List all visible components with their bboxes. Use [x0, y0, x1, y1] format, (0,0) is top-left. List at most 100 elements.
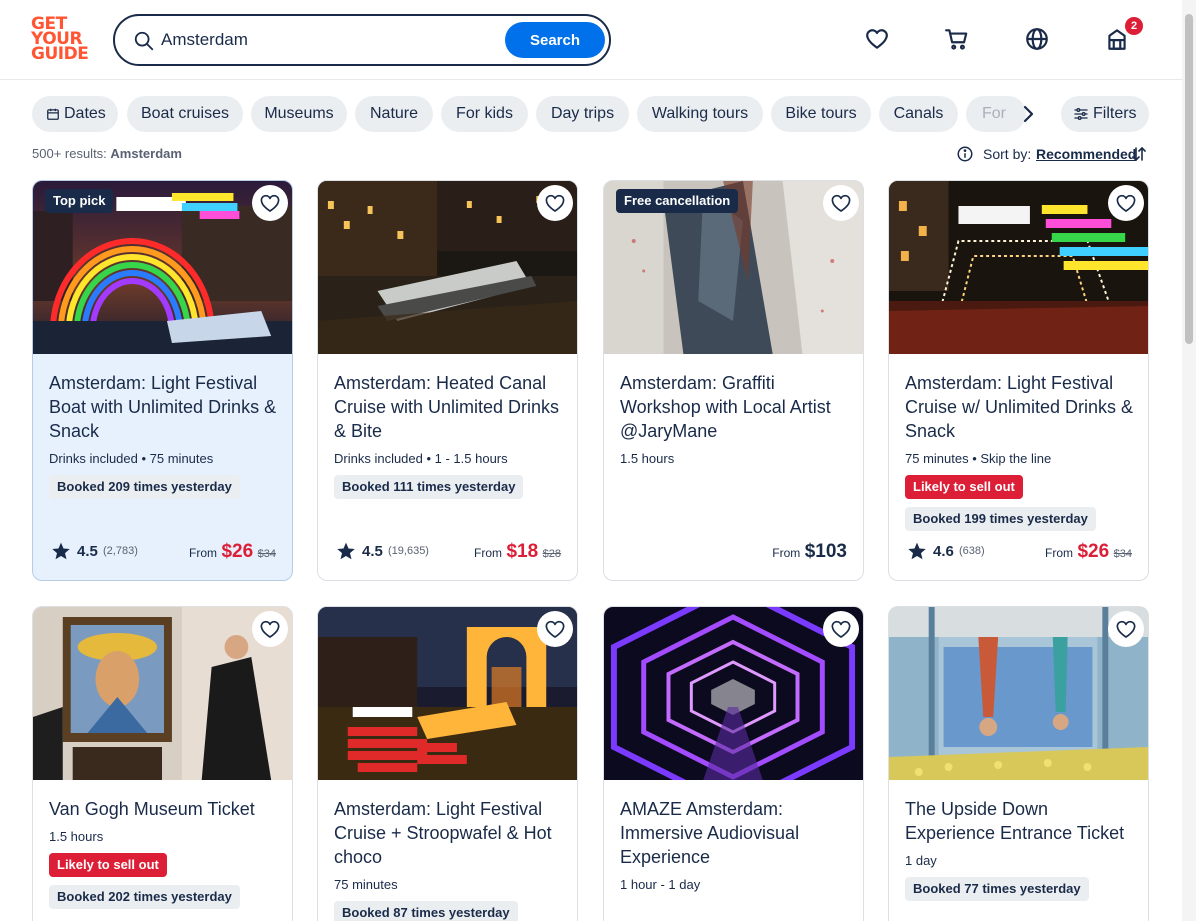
getyourguide-logo[interactable]: GET YOUR GUIDE [31, 16, 91, 63]
search-bar: Search [113, 14, 611, 66]
booked-badge: Booked 77 times yesterday [905, 877, 1089, 901]
info-icon[interactable] [956, 145, 974, 163]
top-header: GET YOUR GUIDE Search 2 [0, 0, 1182, 80]
likely-to-sell-out-badge: Likely to sell out [49, 853, 167, 877]
price-from-label: From [772, 546, 801, 560]
card-duration: 1 day [905, 853, 937, 868]
price-from-label: From [474, 546, 503, 560]
heart-icon [831, 620, 851, 638]
chip-boat-cruises[interactable]: Boat cruises [127, 96, 243, 132]
price-current: $26 [1077, 541, 1110, 562]
card-title[interactable]: Amsterdam: Graffiti Workshop with Local … [620, 371, 854, 443]
activity-card[interactable]: The Upside Down Experience Entrance Tick… [888, 606, 1149, 921]
cart-icon[interactable] [944, 26, 970, 52]
review-count: (2,783) [103, 545, 138, 557]
chip-day-trips[interactable]: Day trips [536, 96, 629, 132]
booked-badge: Booked 202 times yesterday [49, 885, 240, 909]
chip-canals[interactable]: Canals [879, 96, 958, 132]
wishlist-button[interactable] [252, 185, 288, 221]
review-count: (19,635) [388, 545, 429, 557]
page-scrollbar[interactable] [1182, 0, 1196, 921]
wishlist-button[interactable] [1108, 185, 1144, 221]
booked-badge: Booked 209 times yesterday [49, 475, 240, 499]
search-input[interactable] [161, 26, 501, 54]
price-current: $18 [506, 541, 539, 562]
results-count: 500+ results: Amsterdam [32, 146, 182, 161]
chip-museums[interactable]: Museums [251, 96, 347, 132]
wishlist-button[interactable] [823, 185, 859, 221]
activity-card[interactable]: AMAZE Amsterdam: Immersive Audiovisual E… [603, 606, 864, 921]
scrollbar-thumb[interactable] [1185, 14, 1193, 344]
wishlist-button[interactable] [252, 611, 288, 647]
activity-card[interactable]: Top pick Amsterdam: Light Festival Boat … [32, 180, 293, 581]
booked-badge: Booked 111 times yesterday [334, 475, 524, 499]
chip-bike-tours[interactable]: Bike tours [771, 96, 871, 132]
sliders-icon [1074, 108, 1088, 120]
card-duration: 1 hour - 1 day [620, 877, 701, 892]
chip-walking-tours[interactable]: Walking tours [637, 96, 763, 132]
free-cancellation-badge: Free cancellation [616, 189, 739, 213]
card-price: From $26 $34 [1045, 541, 1132, 563]
price-original: $34 [257, 548, 276, 560]
heart-icon [1116, 620, 1136, 638]
star-icon [52, 542, 70, 560]
top-pick-badge: Top pick [45, 189, 114, 213]
price-current: $103 [804, 541, 847, 562]
sort-label: Sort by: [983, 146, 1032, 162]
card-title[interactable]: Amsterdam: Light Festival Cruise w/ Unli… [905, 371, 1139, 443]
card-title[interactable]: AMAZE Amsterdam: Immersive Audiovisual E… [620, 797, 854, 869]
filters-button[interactable]: Filters [1061, 96, 1149, 132]
card-title[interactable]: Amsterdam: Heated Canal Cruise with Unli… [334, 371, 568, 443]
card-title[interactable]: Amsterdam: Light Festival Boat with Unli… [49, 371, 283, 443]
card-title[interactable]: Amsterdam: Light Festival Cruise + Stroo… [334, 797, 568, 869]
results-query: Amsterdam [110, 146, 182, 161]
heart-icon[interactable] [864, 26, 890, 52]
activity-card[interactable]: Van Gogh Museum Ticket 1.5 hours Likely … [32, 606, 293, 921]
results-count-label: 500+ results: [32, 146, 107, 161]
wishlist-button[interactable] [537, 611, 573, 647]
globe-icon[interactable] [1024, 26, 1050, 52]
card-price: From $18 $28 [474, 541, 561, 563]
price-from-label: From [189, 546, 218, 560]
filters-label: Filters [1093, 105, 1137, 122]
booked-badge: Booked 199 times yesterday [905, 507, 1096, 531]
activity-card[interactable]: Amsterdam: Light Festival Cruise + Stroo… [317, 606, 578, 921]
card-duration: 1.5 hours [49, 829, 104, 844]
calendar-icon [47, 108, 59, 120]
price-from-label: From [1045, 546, 1074, 560]
activity-card[interactable]: Free cancellation Amsterdam: Graffiti Wo… [603, 180, 864, 581]
sort-value[interactable]: Recommended [1036, 146, 1136, 162]
wishlist-button[interactable] [537, 185, 573, 221]
card-duration: Drinks included • 75 minutes [49, 451, 214, 466]
wishlist-button[interactable] [823, 611, 859, 647]
card-price: From $26 $34 [189, 541, 276, 563]
heart-icon [260, 620, 280, 638]
heart-icon [545, 194, 565, 212]
card-duration: 1.5 hours [620, 451, 675, 466]
activity-card[interactable]: Amsterdam: Heated Canal Cruise with Unli… [317, 180, 578, 581]
heart-icon [1116, 194, 1136, 212]
card-duration: 75 minutes • Skip the line [905, 451, 1052, 466]
search-button[interactable]: Search [505, 22, 605, 58]
search-icon [134, 31, 154, 51]
card-duration: 75 minutes [334, 877, 398, 892]
chip-for-kids[interactable]: For kids [441, 96, 528, 132]
card-title[interactable]: Van Gogh Museum Ticket [49, 797, 283, 821]
chip-nature[interactable]: Nature [355, 96, 433, 132]
chip-dates[interactable]: Dates [32, 96, 118, 132]
card-price: From $103 [772, 541, 847, 563]
heart-icon [831, 194, 851, 212]
rating-value: 4.5 [362, 543, 383, 560]
price-original: $34 [1113, 548, 1132, 560]
activity-card[interactable]: Amsterdam: Light Festival Cruise w/ Unli… [888, 180, 1149, 581]
price-original: $28 [542, 548, 561, 560]
rating-value: 4.6 [933, 543, 954, 560]
card-title[interactable]: The Upside Down Experience Entrance Tick… [905, 797, 1139, 845]
sort-arrows-icon [1132, 146, 1146, 162]
review-count: (638) [959, 545, 985, 557]
wishlist-button[interactable] [1108, 611, 1144, 647]
chevron-right-icon[interactable] [1011, 96, 1047, 132]
category-chips: Dates Boat cruises Museums Nature For ki… [32, 96, 1042, 132]
likely-to-sell-out-badge: Likely to sell out [905, 475, 1023, 499]
price-current: $26 [221, 541, 254, 562]
